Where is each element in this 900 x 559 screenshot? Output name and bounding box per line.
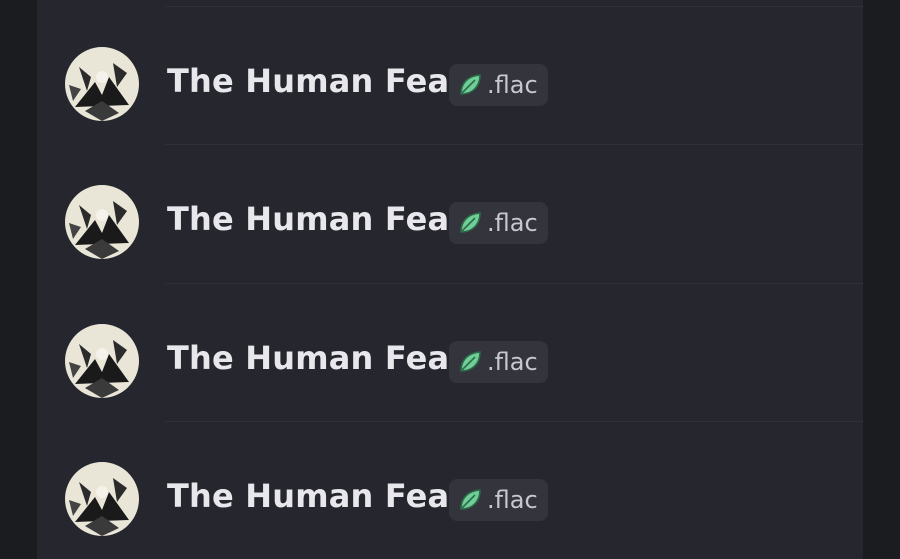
left-rail <box>0 0 37 559</box>
format-badge: .flac <box>449 64 548 106</box>
album-art[interactable] <box>65 324 139 398</box>
album-art[interactable] <box>65 185 139 259</box>
right-rail <box>863 0 900 559</box>
track-row[interactable]: The Human Fear .flac <box>37 423 863 559</box>
leaf-icon <box>457 487 483 513</box>
leaf-icon <box>457 72 483 98</box>
album-art[interactable] <box>65 462 139 536</box>
divider <box>165 283 863 284</box>
track-title: The Human Fear <box>167 200 466 238</box>
format-label: .flac <box>487 209 538 237</box>
track-list[interactable]: The Human Fear .flac The Human Fear .fla… <box>37 0 863 559</box>
format-label: .flac <box>487 486 538 514</box>
divider <box>165 421 863 422</box>
track-row[interactable]: The Human Fear .flac <box>37 8 863 146</box>
album-art[interactable] <box>65 47 139 121</box>
divider <box>165 6 863 7</box>
track-row[interactable]: The Human Fear .flac <box>37 285 863 423</box>
format-badge: .flac <box>449 341 548 383</box>
app-window: The Human Fear .flac The Human Fear .fla… <box>0 0 900 559</box>
leaf-icon <box>457 349 483 375</box>
track-row[interactable]: The Human Fear .flac <box>37 146 863 284</box>
format-badge: .flac <box>449 202 548 244</box>
track-title: The Human Fear <box>167 477 466 515</box>
track-title: The Human Fear <box>167 62 466 100</box>
leaf-icon <box>457 210 483 236</box>
format-label: .flac <box>487 348 538 376</box>
track-title: The Human Fear <box>167 339 466 377</box>
divider <box>165 144 863 145</box>
format-label: .flac <box>487 71 538 99</box>
format-badge: .flac <box>449 479 548 521</box>
